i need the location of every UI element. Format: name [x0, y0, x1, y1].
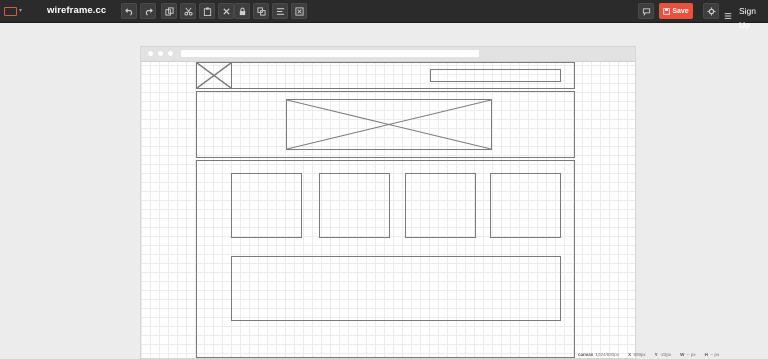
browser-window-icon [4, 6, 17, 16]
wf-logo-image-placeholder[interactable] [196, 62, 232, 89]
lock-icon [239, 7, 245, 15]
save-icon [663, 7, 671, 15]
wf-hero-image-placeholder[interactable] [286, 99, 492, 150]
app-brand: wireframe.cc [47, 5, 107, 16]
app-menu-button[interactable]: ▾ [4, 4, 28, 18]
canvas-size-readout: canvas 1024/830px [578, 352, 620, 357]
cut-button[interactable] [180, 3, 196, 19]
browser-chrome-bar [141, 47, 635, 62]
history-group [121, 3, 156, 19]
undo-icon [124, 7, 132, 16]
address-bar [181, 50, 479, 57]
top-toolbar: ▾ wireframe.cc Save Sign Up [0, 0, 768, 30]
y-position-readout: Y -22px [654, 352, 672, 357]
comment-button[interactable] [638, 3, 654, 19]
window-dot [168, 51, 173, 56]
lock-button[interactable] [234, 3, 250, 19]
delete-icon [222, 7, 230, 15]
align-icon [276, 7, 284, 15]
align-button[interactable] [272, 3, 288, 19]
window-dot [158, 51, 163, 56]
stencil-button[interactable] [291, 3, 307, 19]
save-label: Save [672, 7, 689, 15]
window-dot [148, 51, 153, 56]
sign-up-link[interactable]: Sign Up [739, 4, 768, 30]
status-bar: canvas 1024/830px X 809px Y -22px W -- p… [578, 350, 768, 359]
chevron-down-icon: ▾ [19, 8, 23, 14]
group-icon [256, 6, 266, 16]
arrange-group [234, 3, 307, 19]
wf-card-box[interactable] [490, 173, 561, 238]
comment-icon [642, 7, 650, 16]
width-readout: W -- px [680, 352, 696, 357]
paste-button[interactable] [199, 3, 215, 19]
undo-button[interactable] [121, 3, 137, 19]
comment-group [638, 3, 654, 19]
x-position-readout: X 809px [628, 352, 646, 357]
stencil-icon [294, 6, 304, 16]
wf-card-box[interactable] [405, 173, 476, 238]
copy-icon [164, 6, 174, 16]
wireframe-canvas[interactable] [140, 46, 636, 359]
settings-group [703, 3, 719, 19]
delete-button[interactable] [218, 3, 234, 19]
settings-icon [706, 6, 716, 16]
redo-button[interactable] [140, 3, 156, 19]
wf-wide-box[interactable] [231, 256, 561, 321]
wf-card-box[interactable] [231, 173, 302, 238]
group-button[interactable] [253, 3, 269, 19]
clipboard-group [161, 3, 234, 19]
wf-card-box[interactable] [319, 173, 390, 238]
height-readout: H -- px [704, 352, 720, 357]
paste-icon [203, 6, 211, 16]
copy-button[interactable] [161, 3, 177, 19]
wf-search-box[interactable] [430, 69, 561, 82]
menu-icon[interactable] [724, 7, 732, 19]
save-button[interactable]: Save [659, 3, 693, 19]
redo-icon [145, 7, 153, 16]
cut-icon [183, 7, 193, 16]
settings-button[interactable] [703, 3, 719, 19]
